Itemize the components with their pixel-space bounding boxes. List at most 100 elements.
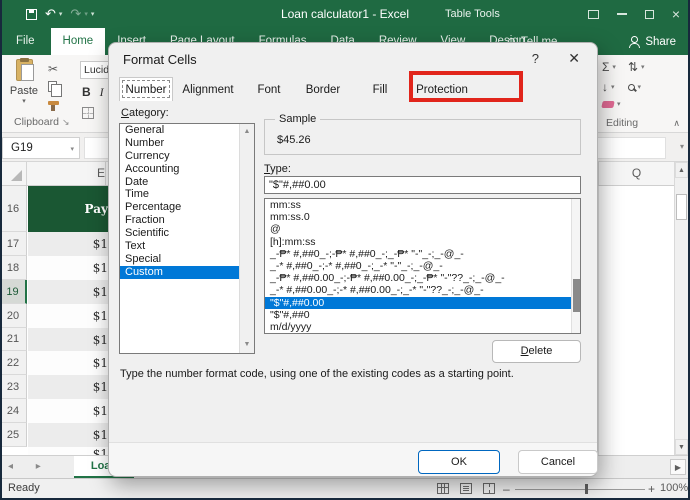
zoom-in-icon[interactable]: + xyxy=(648,482,655,496)
row-header-23[interactable]: 23 xyxy=(0,375,27,399)
row-header-19[interactable]: 19 xyxy=(0,280,27,304)
find-select-icon[interactable] xyxy=(628,84,635,91)
type-input[interactable] xyxy=(264,176,581,194)
row-header-22[interactable]: 22 xyxy=(0,351,27,375)
autosum-dropdown-icon[interactable]: ▾ xyxy=(612,63,616,71)
cut-icon[interactable]: ✂ xyxy=(48,63,59,75)
category-item-special[interactable]: Special xyxy=(120,253,254,266)
sort-filter-icon[interactable]: ⇅ xyxy=(628,60,638,74)
autosum-icon[interactable]: Σ xyxy=(602,60,609,74)
cancel-button[interactable]: Cancel xyxy=(518,450,598,474)
format-code-item[interactable]: "$"#,##0 xyxy=(265,309,580,321)
delete-button[interactable]: Delete xyxy=(492,340,581,363)
category-scrollbar[interactable]: ▲ ▼ xyxy=(239,124,254,353)
dialog-tab-number[interactable]: Number xyxy=(119,77,173,101)
table-cell[interactable]: $1 xyxy=(28,375,108,399)
format-code-item[interactable]: mm:ss.0 xyxy=(265,211,580,223)
fill-icon[interactable]: ↓ xyxy=(602,80,608,94)
table-cell-partial[interactable]: $1 xyxy=(28,447,108,455)
row-header-21[interactable]: 21 xyxy=(0,328,27,351)
ribbon-tab-home[interactable]: Home xyxy=(51,28,106,55)
expand-formula-bar-icon[interactable]: ▾ xyxy=(680,142,684,151)
category-item-date[interactable]: Date xyxy=(120,176,254,189)
category-listbox[interactable]: GeneralNumberCurrencyAccountingDateTimeP… xyxy=(119,123,255,354)
row-header-25[interactable]: 25 xyxy=(0,423,27,447)
paste-button[interactable]: Paste ▾ xyxy=(5,59,43,123)
scroll-down-icon[interactable]: ▼ xyxy=(675,439,688,455)
row-header-17[interactable]: 17 xyxy=(0,232,27,256)
ok-button[interactable]: OK xyxy=(418,450,500,474)
category-scroll-down-icon[interactable]: ▼ xyxy=(240,338,254,352)
format-code-item[interactable]: "$"#,##0.00 xyxy=(265,297,580,309)
bold-button[interactable]: B xyxy=(82,85,91,100)
format-painter-icon[interactable] xyxy=(48,101,59,105)
dialog-help-icon[interactable]: ? xyxy=(532,51,539,66)
row-header-16[interactable]: 16 xyxy=(0,186,27,232)
zoom-slider-track[interactable] xyxy=(515,489,645,490)
fill-dropdown-icon[interactable]: ▾ xyxy=(611,83,615,91)
format-code-item[interactable]: [h]:mm:ss xyxy=(265,236,580,248)
table-cell[interactable]: $1 xyxy=(28,423,108,447)
row-header-18[interactable]: 18 xyxy=(0,256,27,280)
format-code-item[interactable]: @ xyxy=(265,223,580,235)
format-code-item[interactable]: _-₱* #,##0_-;-₱* #,##0_-;_-₱* "-"_-;_-@_… xyxy=(265,248,580,260)
name-box[interactable]: G19 ▾ xyxy=(2,137,80,159)
table-cell[interactable]: $1 xyxy=(28,256,108,280)
dialog-tab-border[interactable]: Border xyxy=(297,79,349,101)
sort-dropdown-icon[interactable]: ▾ xyxy=(641,63,645,71)
clear-dropdown-icon[interactable]: ▾ xyxy=(617,100,621,108)
format-code-item[interactable]: _-* #,##0.00_-;-* #,##0.00_-;_-* "-"??_-… xyxy=(265,284,580,296)
paste-dropdown-icon[interactable]: ▾ xyxy=(22,97,26,105)
normal-view-icon[interactable] xyxy=(437,483,449,494)
clear-icon[interactable] xyxy=(601,101,614,108)
category-item-percentage[interactable]: Percentage xyxy=(120,201,254,214)
format-code-item[interactable]: mm:ss xyxy=(265,199,580,211)
category-item-scientific[interactable]: Scientific xyxy=(120,227,254,240)
share-button[interactable]: Share xyxy=(622,31,682,53)
row-header-20[interactable]: 20 xyxy=(0,304,27,328)
dialog-close-icon[interactable]: ✕ xyxy=(568,50,580,67)
category-item-number[interactable]: Number xyxy=(120,137,254,150)
zoom-slider-thumb[interactable] xyxy=(585,484,588,494)
dialog-tab-alignment[interactable]: Alignment xyxy=(175,79,241,101)
format-code-item[interactable]: m/d/yyyy xyxy=(265,321,580,333)
dialog-tab-fill[interactable]: Fill xyxy=(351,79,409,101)
copy-icon[interactable] xyxy=(48,81,57,92)
collapse-ribbon-icon[interactable]: ∧ xyxy=(673,118,680,129)
category-item-currency[interactable]: Currency xyxy=(120,150,254,163)
category-item-general[interactable]: General xyxy=(120,124,254,137)
table-cell[interactable]: $1 xyxy=(28,399,108,423)
table-header-cell[interactable]: Pay xyxy=(28,186,108,232)
borders-icon[interactable] xyxy=(82,107,94,119)
table-cell[interactable]: $1 xyxy=(28,351,108,375)
scroll-up-icon[interactable]: ▲ xyxy=(675,162,688,178)
find-dropdown-icon[interactable]: ▾ xyxy=(638,83,642,91)
sheet-nav-arrows[interactable]: ◂ ▸ xyxy=(8,461,51,472)
category-scroll-up-icon[interactable]: ▲ xyxy=(240,125,254,139)
minimize-icon[interactable] xyxy=(617,13,627,15)
empty-cells-region[interactable] xyxy=(598,186,674,455)
format-list-scrollbar[interactable] xyxy=(571,199,580,333)
zoom-level[interactable]: 100% xyxy=(660,482,688,494)
table-cell[interactable]: $1 xyxy=(28,232,108,256)
format-scrollbar-thumb[interactable] xyxy=(573,279,580,311)
format-code-item[interactable]: _-* #,##0_-;-* #,##0_-;_-* "-"_-;_-@_- xyxy=(265,260,580,272)
close-window-icon[interactable]: × xyxy=(672,0,680,28)
vertical-scrollbar[interactable]: ▲ ▼ xyxy=(674,162,688,455)
maximize-icon[interactable] xyxy=(645,10,654,19)
format-code-item[interactable]: _-₱* #,##0.00_-;-₱* #,##0.00_-;_-₱* "-"?… xyxy=(265,272,580,284)
ribbon-tab-file[interactable]: File xyxy=(0,28,51,55)
zoom-out-icon[interactable]: – xyxy=(503,482,510,496)
table-cell[interactable]: $1 xyxy=(28,328,108,351)
category-item-custom[interactable]: Custom xyxy=(120,266,254,279)
page-layout-view-icon[interactable] xyxy=(460,483,472,494)
name-box-dropdown-icon[interactable]: ▾ xyxy=(70,145,74,153)
category-item-fraction[interactable]: Fraction xyxy=(120,214,254,227)
table-cell[interactable]: $1 xyxy=(28,304,108,328)
vertical-scrollbar-thumb[interactable] xyxy=(676,194,687,220)
ribbon-display-options-icon[interactable] xyxy=(588,10,599,19)
italic-button[interactable]: I xyxy=(100,85,104,100)
format-code-listbox[interactable]: mm:ssmm:ss.0@[h]:mm:ss_-₱* #,##0_-;-₱* #… xyxy=(264,198,581,334)
page-break-view-icon[interactable] xyxy=(483,483,495,494)
category-item-accounting[interactable]: Accounting xyxy=(120,163,254,176)
